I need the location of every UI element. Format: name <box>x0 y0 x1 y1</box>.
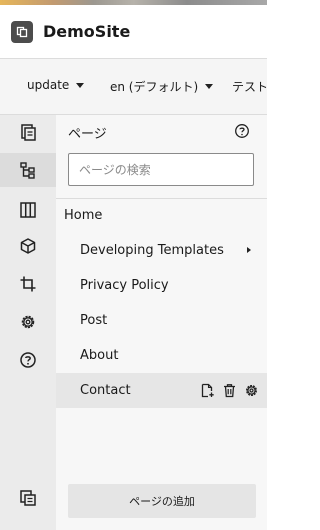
tree-item-home[interactable]: Home <box>56 198 267 233</box>
pages-icon <box>21 124 36 141</box>
tree-item-about[interactable]: About <box>56 338 267 373</box>
tree-item-label: About <box>80 348 119 363</box>
app-header: DemoSite <box>0 5 267 59</box>
language-label: en (デフォルト) <box>110 80 199 94</box>
rail-pages-button[interactable] <box>0 115 56 149</box>
panel-title: ページ <box>68 127 107 142</box>
tree-item-label: Home <box>64 208 103 223</box>
columns-icon <box>20 202 36 218</box>
gear-icon[interactable] <box>243 383 259 399</box>
rail-settings-button[interactable] <box>0 305 56 339</box>
rail-sitemap-button[interactable] <box>0 153 56 187</box>
panel-help-icon[interactable] <box>234 123 250 139</box>
left-rail <box>0 115 56 530</box>
language-dropdown[interactable]: en (デフォルト) <box>110 78 214 95</box>
tree-item-label: Developing Templates <box>80 243 224 258</box>
chevron-down-icon <box>205 84 214 89</box>
tree-item-label: Contact <box>80 383 131 398</box>
branch-label: update <box>27 78 70 92</box>
toolbar: update en (デフォルト) テスト <box>0 59 267 115</box>
tree-item-developing-templates[interactable]: Developing Templates <box>56 233 267 268</box>
rail-help-button[interactable] <box>0 343 56 377</box>
trash-icon[interactable] <box>221 383 237 399</box>
page-search-input[interactable] <box>68 153 254 186</box>
rail-crop-button[interactable] <box>0 267 56 301</box>
tree-item-label: Privacy Policy <box>80 278 169 293</box>
mode-dropdown[interactable]: テスト <box>232 78 267 95</box>
rail-columns-button[interactable] <box>0 193 56 227</box>
help-icon <box>20 352 36 368</box>
copy-icon <box>20 490 36 506</box>
add-subpage-icon[interactable] <box>199 383 215 399</box>
cube-icon <box>20 238 36 254</box>
rail-copy-button[interactable] <box>0 481 56 515</box>
branch-dropdown[interactable]: update <box>27 78 85 92</box>
crop-icon <box>20 276 36 292</box>
tree-item-label: Post <box>80 313 108 328</box>
settings-icon <box>21 315 35 329</box>
app-logo-icon <box>11 20 33 43</box>
add-page-button[interactable]: ページの追加 <box>68 484 256 518</box>
chevron-down-icon <box>76 82 85 88</box>
app-title: DemoSite <box>43 22 131 41</box>
tree-item-privacy-policy[interactable]: Privacy Policy <box>56 268 267 303</box>
row-actions <box>199 373 259 408</box>
tree-item-contact[interactable]: Contact <box>56 373 267 408</box>
pages-panel: ページ Home Developing Templates Privacy Po… <box>56 115 267 530</box>
rail-components-button[interactable] <box>0 229 56 263</box>
sitemap-icon <box>20 162 35 179</box>
tree-item-post[interactable]: Post <box>56 303 267 338</box>
chevron-right-icon[interactable] <box>247 247 251 253</box>
mode-label: テスト <box>232 80 267 94</box>
